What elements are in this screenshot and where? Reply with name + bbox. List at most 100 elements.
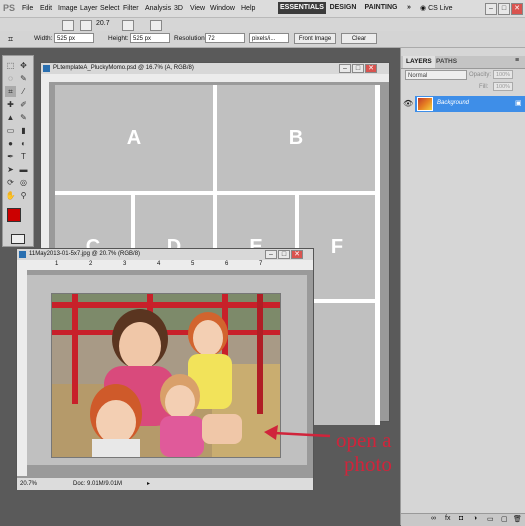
eyedropper-tool-icon[interactable]: ⁄	[18, 86, 29, 97]
link-layers-icon[interactable]: ∞	[431, 515, 436, 522]
history-brush-tool-icon[interactable]: ✎	[18, 112, 29, 123]
photo-vertical-ruler	[17, 270, 27, 476]
delete-layer-icon[interactable]: 🗑	[513, 515, 522, 523]
arrange-documents-icon[interactable]	[150, 20, 162, 31]
fill-field[interactable]: 100%	[493, 82, 513, 91]
3d-rotate-tool-icon[interactable]: ⟳	[5, 177, 16, 188]
menu-help[interactable]: Help	[241, 5, 255, 12]
height-label: Height:	[108, 35, 129, 42]
width-field[interactable]: 525 px	[54, 33, 94, 43]
doc1-close-button[interactable]: ✕	[365, 64, 377, 73]
hand-tool-icon[interactable]: ✋	[5, 190, 16, 201]
maximize-button[interactable]: □	[498, 3, 510, 15]
resolution-unit-select[interactable]: pixels/i...	[249, 33, 289, 43]
healing-brush-tool-icon[interactable]: ✚	[5, 99, 16, 110]
eraser-tool-icon[interactable]: ▭	[5, 125, 16, 136]
photo-horizontal-ruler: 1 2 3 4 5 6 7	[17, 260, 313, 270]
move-tool-icon[interactable]: ✥	[18, 60, 29, 71]
bridge-icon[interactable]	[62, 20, 74, 31]
menu-select[interactable]: Select	[100, 5, 119, 12]
new-layer-icon[interactable]: ▢	[501, 515, 508, 523]
menu-analysis[interactable]: Analysis	[145, 5, 171, 12]
ruler-tick: 4	[157, 261, 161, 267]
ruler-tick: 7	[259, 261, 263, 267]
panel-menu-icon[interactable]: ≡	[515, 57, 519, 64]
doc1-minimize-button[interactable]: –	[339, 64, 351, 73]
brush-tool-icon[interactable]: ✐	[18, 99, 29, 110]
layers-panel: LAYERS PATHS ≡ Normal Opacity: 100% Fill…	[400, 48, 525, 526]
type-tool-icon[interactable]: T	[18, 151, 29, 162]
lock-icon: ▣	[515, 100, 522, 107]
gradient-tool-icon[interactable]: ▮	[18, 125, 29, 136]
doc2-maximize-button[interactable]: □	[278, 250, 290, 259]
front-image-button[interactable]: Front Image	[294, 33, 336, 44]
ruler-tick: 6	[225, 261, 229, 267]
menu-3d[interactable]: 3D	[174, 5, 183, 12]
layer-style-icon[interactable]: fx	[445, 515, 450, 522]
shape-tool-icon[interactable]: ▬	[18, 164, 29, 175]
zoom-tool-icon[interactable]: ⚲	[18, 190, 29, 201]
crop-tool-active-icon[interactable]: ⌗	[5, 86, 16, 97]
3d-orbit-tool-icon[interactable]: ◎	[18, 177, 29, 188]
photo-zoom-level[interactable]: 20.7%	[20, 478, 37, 490]
mini-bridge-icon[interactable]	[80, 20, 92, 31]
layer-mask-icon[interactable]: ◘	[459, 515, 463, 522]
menu-layer[interactable]: Layer	[80, 5, 98, 12]
new-group-icon[interactable]: ▭	[487, 515, 494, 523]
opacity-field[interactable]: 100%	[493, 70, 513, 79]
ps-document-icon	[43, 65, 50, 72]
blur-tool-icon[interactable]: ●	[5, 138, 16, 149]
visibility-eye-icon[interactable]: 👁	[403, 98, 413, 110]
minimize-button[interactable]: –	[485, 3, 497, 15]
pen-tool-icon[interactable]: ✒	[5, 151, 16, 162]
blend-mode-select[interactable]: Normal	[405, 70, 467, 80]
more-workspaces-button[interactable]: »	[403, 2, 415, 14]
close-button[interactable]: ✕	[511, 3, 523, 15]
quick-mask-icon[interactable]	[11, 234, 25, 244]
crop-tool-icon[interactable]: ⌗	[8, 34, 13, 45]
dodge-tool-icon[interactable]: ◐	[18, 138, 29, 149]
menu-window[interactable]: Window	[210, 5, 235, 12]
quick-select-tool-icon[interactable]: ✎	[18, 73, 29, 84]
doc-size-info[interactable]: Doc: 9.01M/9.01M	[73, 478, 122, 490]
photo-document-window: 11May2013-01-5x7.jpg @ 20.7% (RGB/8) – □…	[16, 248, 314, 490]
fill-label: Fill:	[479, 84, 489, 90]
template-slot-b[interactable]: B	[217, 85, 375, 191]
workspace-design-button[interactable]: DESIGN	[329, 2, 357, 14]
cs-live-button[interactable]: ◉ CS Live	[420, 4, 453, 12]
app-logo: PS	[3, 3, 16, 13]
foreground-color-swatch[interactable]	[7, 208, 21, 222]
menu-edit[interactable]: Edit	[40, 5, 52, 12]
path-select-tool-icon[interactable]: ➤	[5, 164, 16, 175]
zoom-level[interactable]: 20.7	[96, 20, 110, 27]
menu-filter[interactable]: Filter	[123, 5, 139, 12]
menu-view[interactable]: View	[190, 5, 205, 12]
layer-thumbnail	[417, 97, 433, 111]
resolution-field[interactable]: 72	[205, 33, 245, 43]
clear-button[interactable]: Clear	[341, 33, 377, 44]
doc2-minimize-button[interactable]: –	[265, 250, 277, 259]
adjustment-layer-icon[interactable]: ◑	[473, 515, 477, 522]
clone-stamp-tool-icon[interactable]: ▲	[5, 112, 16, 123]
hand-tool-icon[interactable]	[122, 20, 134, 31]
menu-bar: PS File Edit Image Layer Select Filter A…	[0, 0, 525, 18]
lasso-tool-icon[interactable]: ◌	[5, 73, 16, 84]
doc1-maximize-button[interactable]: □	[352, 64, 364, 73]
ruler-tick: 2	[89, 261, 93, 267]
doc2-close-button[interactable]: ✕	[291, 250, 303, 259]
menu-image[interactable]: Image	[58, 5, 77, 12]
height-field[interactable]: 525 px	[130, 33, 170, 43]
tools-panel: ⬚ ✥ ◌ ✎ ⌗ ⁄ ✚ ✐ ▲ ✎ ▭ ▮ ● ◐ ✒ T ➤ ▬ ⟳ ◎ …	[2, 55, 34, 247]
status-arrow-icon[interactable]: ▸	[147, 478, 150, 490]
marquee-tool-icon[interactable]: ⬚	[5, 60, 16, 71]
cs-live-label: CS Live	[428, 5, 453, 12]
workspace-essentials-button[interactable]: ESSENTIALS	[278, 2, 326, 14]
menu-file[interactable]: File	[22, 5, 33, 12]
cs-live-icon: ◉	[420, 5, 429, 12]
workspace-painting-button[interactable]: PAINTING	[363, 2, 399, 14]
family-photo[interactable]	[51, 293, 281, 458]
template-slot-a[interactable]: A	[55, 85, 213, 191]
tab-layers[interactable]: LAYERS	[403, 56, 435, 68]
tab-paths[interactable]: PATHS	[433, 56, 460, 68]
layer-row-background[interactable]: Background ▣	[415, 96, 525, 112]
